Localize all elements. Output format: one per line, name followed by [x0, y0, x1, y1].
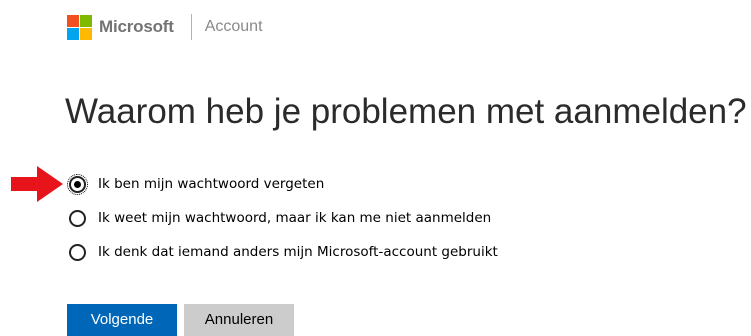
radio-account-compromised[interactable] [69, 243, 86, 261]
option-label: Ik ben mijn wachtwoord vergeten [98, 176, 325, 192]
radio-cannot-sign-in[interactable] [69, 209, 86, 227]
option-cannot-sign-in[interactable]: Ik weet mijn wachtwoord, maar ik kan me … [69, 206, 498, 230]
cancel-button[interactable]: Annuleren [184, 304, 294, 336]
option-label: Ik denk dat iemand anders mijn Microsoft… [98, 244, 498, 260]
product-name: Account [204, 18, 263, 35]
next-button[interactable]: Volgende [67, 304, 177, 336]
option-forgot-password[interactable]: Ik ben mijn wachtwoord vergeten [67, 172, 498, 196]
brand-name: Microsoft [99, 17, 174, 36]
option-account-compromised[interactable]: Ik denk dat iemand anders mijn Microsoft… [69, 240, 498, 264]
action-buttons: Volgende Annuleren [67, 304, 294, 336]
radio-forgot-password[interactable] [67, 173, 88, 195]
header-divider [190, 14, 192, 40]
microsoft-logo-icon [67, 14, 92, 40]
reason-options: Ik ben mijn wachtwoord vergeten Ik weet … [67, 172, 498, 274]
page-title: Waarom heb je problemen met aanmelden? [65, 92, 747, 131]
header: Microsoft Account [67, 12, 263, 42]
option-label: Ik weet mijn wachtwoord, maar ik kan me … [98, 210, 492, 226]
red-arrow-icon [11, 166, 63, 202]
